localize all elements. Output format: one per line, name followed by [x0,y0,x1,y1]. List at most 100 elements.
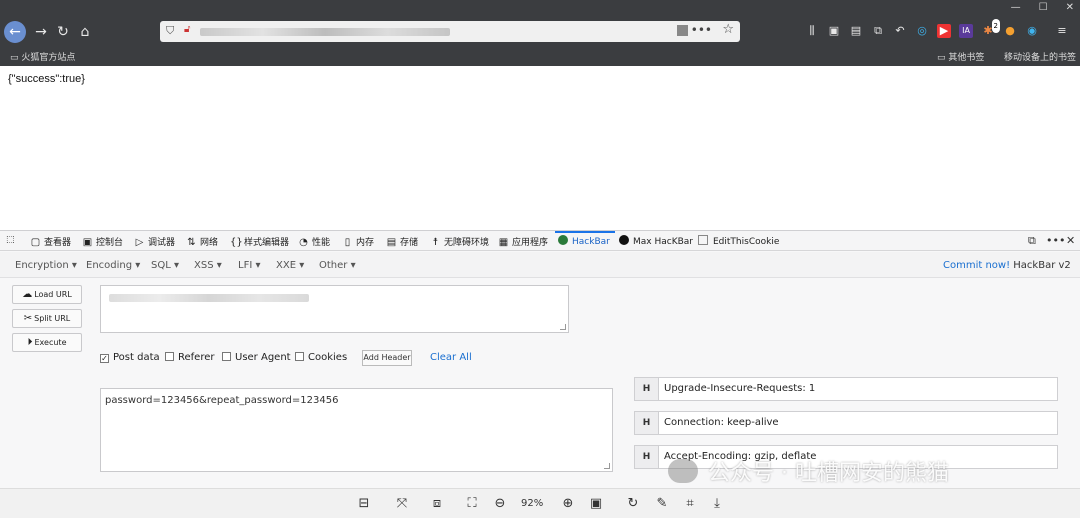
header-toggle-button[interactable]: H [634,445,659,469]
checkbox-label: User Agent [235,352,291,363]
close-icon[interactable]: ✕ [1066,2,1074,13]
referer-checkbox[interactable]: Referer [165,352,214,363]
header-value-input[interactable]: Connection: keep-alive [658,411,1058,435]
zoom-in-icon[interactable]: ⊕ [559,495,577,513]
page-actions-icon[interactable]: ••• [691,23,712,37]
forward-icon[interactable]: → [30,21,52,43]
tab-network[interactable]: ⇅ 网络 [186,235,218,248]
undo-icon[interactable]: ↶ [893,24,907,38]
menu-xss[interactable]: XSS ▾ [194,260,222,271]
tab-hackbar[interactable]: HackBar [558,235,610,247]
tab-inspector[interactable]: ▢ 查看器 [30,235,71,248]
ia-icon[interactable]: IA [959,24,973,38]
add-header-button[interactable]: Add Header [362,350,412,366]
load-url-button[interactable]: ☁ Load URL [12,285,82,304]
menu-icon[interactable]: ≡ [1055,24,1069,38]
url-textarea[interactable] [100,285,569,333]
tab-max-hackbar[interactable]: Max HacKBar [619,235,693,247]
home-icon[interactable]: ⌂ [74,21,96,43]
cookies-checkbox[interactable]: Cookies [295,352,347,363]
actual-size-icon[interactable]: ⛶ [463,495,481,513]
tab-label: 内存 [356,238,375,248]
tab-console[interactable]: ▣ 控制台 [82,235,123,248]
minimize-icon[interactable]: — [1011,2,1021,13]
tab-label: 应用程序 [512,238,549,248]
dock-icon[interactable]: ⧉ [1028,234,1036,248]
menu-lfi[interactable]: LFI ▾ [238,260,260,271]
toolbar-extensions: ⫼ ▣ ▤ ⧉ ↶ ◎ ▶ IA ✱ 2 ● ◉ ≡ [805,19,1069,38]
page-content: {"success":true} [0,66,1080,230]
tab-memory[interactable]: ▯ 内存 [342,235,374,248]
shield-icon[interactable]: ⛉ [166,24,174,38]
globe-icon[interactable]: ◉ [1025,24,1039,38]
library-icon[interactable]: ⫼ [805,24,819,38]
reload-icon[interactable]: ↻ [52,21,74,43]
sync-icon[interactable]: ◎ [915,24,929,38]
tab-style-editor[interactable]: {}样式编辑器 [230,235,289,248]
performance-icon: ◔ [299,237,308,248]
tab-accessibility[interactable]: ☨ 无障碍环境 [430,235,489,248]
menu-encryption[interactable]: Encryption ▾ [15,260,77,271]
post-data-checkbox[interactable]: ✓ Post data [100,352,160,363]
back-icon[interactable]: ← [4,21,26,43]
header-row: H Connection: keep-alive [634,411,1058,435]
execute-button[interactable]: ⏵ Execute [12,333,82,352]
bookmark-label: 火狐官方站点 [21,53,76,63]
pick-element-icon[interactable]: ⬚ [6,235,15,245]
navigation-bar: ← → ↻ ⌂ ⛉ 🔓︎ ••• ☆ ⫼ ▣ ▤ ⧉ ↶ ◎ ▶ IA ✱ 2 ●… [0,18,1080,46]
bookmark-firefox-official[interactable]: ▭ 火狐官方站点 [10,50,75,63]
qr-code-icon[interactable] [677,25,688,36]
resize-handle[interactable] [560,324,566,330]
menu-sql[interactable]: SQL ▾ [151,260,179,271]
scissors-icon: ✂ [23,313,33,324]
header-toggle-button[interactable]: H [634,377,659,401]
one-to-one-icon[interactable]: ▣ [587,495,605,513]
text-recognition-icon[interactable]: ⧈ [428,495,446,513]
split-url-button[interactable]: ✂ Split URL [12,309,82,328]
clear-all-link[interactable]: Clear All [430,352,472,363]
menu-xxe[interactable]: XXE ▾ [276,260,304,271]
menu-encoding[interactable]: Encoding ▾ [86,260,140,271]
close-devtools-icon[interactable]: ✕ [1066,234,1075,247]
download-icon[interactable]: ⤓ [708,495,726,513]
rotate-icon[interactable]: ↻ [624,495,642,513]
insecure-lock-icon[interactable]: 🔓︎ [184,24,190,35]
maximize-icon[interactable]: ☐ [1039,2,1048,13]
sidebar-icon[interactable]: ▣ [827,24,841,38]
tab-application[interactable]: ▦ 应用程序 [498,235,548,248]
tab-storage[interactable]: ▤ 存储 [386,235,418,248]
extension-badge-icon[interactable]: ✱ 2 [981,19,1000,38]
addon-icon[interactable]: ● [1003,24,1017,38]
post-body-textarea[interactable]: password=123456&repeat_password=123456 [100,388,613,472]
bookmark-label: 其他书签 [948,53,985,63]
tab-editthiscookie[interactable]: EditThisCookie [698,235,779,247]
user-agent-checkbox[interactable]: User Agent [222,352,291,363]
video-icon[interactable]: ▶ [937,24,951,38]
header-toggle-button[interactable]: H [634,411,659,435]
tab-debugger[interactable]: ▷ 调试器 [134,235,175,248]
window-controls: — ☐ ✕ [1011,2,1074,13]
title-bar: — ☐ ✕ [0,0,1080,16]
menu-other[interactable]: Other ▾ [319,260,356,271]
tab-performance[interactable]: ◔ 性能 [298,235,330,248]
tab-label: 性能 [312,238,331,248]
edit-icon[interactable]: ✎ [653,495,671,513]
button-label: Execute [34,338,67,347]
address-bar[interactable]: ⛉ 🔓︎ ••• ☆ [160,21,740,42]
bookmark-mobile[interactable]: 移动设备上的书签 [1004,50,1076,63]
zoom-out-icon[interactable]: ⊖ [491,495,509,513]
fit-window-icon[interactable]: ⤧ [393,495,411,513]
header-value-input[interactable]: Upgrade-Insecure-Requests: 1 [658,377,1058,401]
thumbnail-grid-icon[interactable]: ⊟ [355,495,373,513]
screenshot-icon[interactable]: ⧉ [871,24,885,38]
resize-handle[interactable] [604,463,610,469]
editthiscookie-icon [698,235,708,245]
bookmark-other[interactable]: ▭ 其他书签 [937,50,984,63]
more-options-icon[interactable]: ••• [1046,234,1065,247]
bookmark-star-icon[interactable]: ☆ [722,22,734,37]
commit-link[interactable]: Commit now! [943,260,1010,271]
checkbox-icon [295,352,304,361]
crop-icon[interactable]: ⌗ [681,495,699,513]
reader-icon[interactable]: ▤ [849,24,863,38]
zoom-level: 92% [521,498,544,509]
